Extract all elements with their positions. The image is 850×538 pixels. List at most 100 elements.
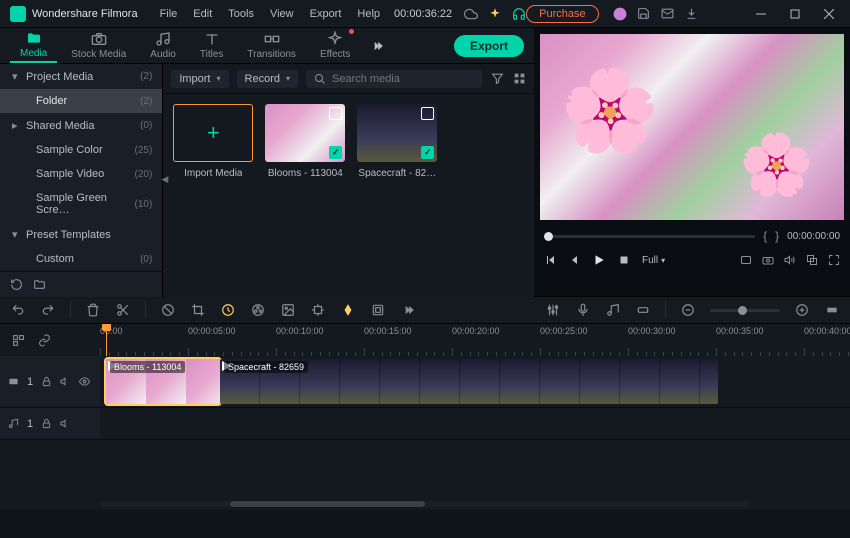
thumb-label: Spacecraft - 82… <box>358 168 436 179</box>
record-dropdown[interactable]: Record▾ <box>237 70 298 88</box>
purchase-button[interactable]: Purchase <box>526 5 598 23</box>
visibility-icon[interactable] <box>79 376 90 387</box>
sidebar-item-sample-color[interactable]: Sample Color(25) <box>0 138 162 162</box>
zoom-out-icon[interactable] <box>680 302 696 318</box>
play-icon[interactable] <box>592 253 606 267</box>
tabs-more-icon[interactable] <box>370 39 384 53</box>
window-close-button[interactable] <box>812 0 846 28</box>
sidebar-item-shared-media[interactable]: ▸Shared Media(0) <box>0 113 162 138</box>
refresh-icon[interactable] <box>10 278 23 291</box>
new-folder-icon[interactable] <box>33 278 46 291</box>
menu-edit[interactable]: Edit <box>185 8 220 20</box>
sidebar-item-custom[interactable]: Custom(0) <box>0 247 162 271</box>
motion-tracking-icon[interactable] <box>310 302 326 318</box>
audio-sync-icon[interactable] <box>605 302 621 318</box>
media-thumb-spacecraft[interactable]: ✓ Spacecraft - 82… <box>357 104 437 179</box>
delete-icon[interactable] <box>85 302 101 318</box>
sidebar-item-project-media[interactable]: ▾Project Media(2) <box>0 64 162 89</box>
grid-view-icon[interactable] <box>512 72 526 86</box>
mark-in-icon[interactable]: { <box>763 229 767 243</box>
redo-icon[interactable] <box>40 302 56 318</box>
speed-icon[interactable] <box>220 302 236 318</box>
detach-icon[interactable] <box>806 254 818 266</box>
menu-tools[interactable]: Tools <box>220 8 262 20</box>
step-back-icon[interactable] <box>568 254 580 266</box>
color-icon[interactable] <box>250 302 266 318</box>
preview-viewport[interactable] <box>540 34 844 220</box>
mute-icon[interactable] <box>60 418 71 429</box>
link-icon[interactable] <box>36 332 52 348</box>
tab-audio[interactable]: Audio <box>140 29 186 62</box>
keyframe-icon[interactable] <box>340 302 356 318</box>
download-icon[interactable] <box>685 7 699 21</box>
split-icon[interactable] <box>115 302 131 318</box>
tab-media[interactable]: Media <box>10 28 57 63</box>
menu-export[interactable]: Export <box>302 8 350 20</box>
timeline-ruler[interactable]: 00:0000:00:05:0000:00:10:0000:00:15:0000… <box>100 324 850 356</box>
avatar-icon[interactable] <box>613 7 627 21</box>
thumb-label: Import Media <box>184 168 242 179</box>
sidebar-item-preset-templates[interactable]: ▾Preset Templates <box>0 222 162 247</box>
timeline-clip[interactable]: Spacecraft - 82659 <box>220 359 718 404</box>
more-tools-icon[interactable] <box>400 302 416 318</box>
tab-transitions[interactable]: Transitions <box>237 29 306 62</box>
sidebar-item-folder[interactable]: Folder(2) <box>0 89 162 113</box>
collapse-sidebar-icon[interactable]: ◀ <box>161 174 168 185</box>
search-input[interactable] <box>332 73 474 85</box>
zoom-fit-icon[interactable] <box>824 302 840 318</box>
import-dropdown[interactable]: Import▾ <box>171 70 228 88</box>
audio-mixer-icon[interactable] <box>545 302 561 318</box>
zoom-slider[interactable] <box>710 309 780 312</box>
ruler-label: 00:00:35:00 <box>716 326 764 336</box>
volume-icon[interactable] <box>784 254 796 266</box>
headphones-icon[interactable] <box>512 7 526 21</box>
thumb-label: Blooms - 113004 <box>268 168 343 179</box>
import-media-tile[interactable]: + Import Media <box>173 104 253 179</box>
timeline-layers-icon[interactable] <box>10 332 26 348</box>
message-icon[interactable] <box>661 7 675 21</box>
snapshot-icon[interactable] <box>762 254 774 266</box>
filter-icon[interactable] <box>490 72 504 86</box>
lock-icon[interactable] <box>41 418 52 429</box>
sparkle-icon[interactable] <box>488 7 502 21</box>
save-icon[interactable] <box>637 7 651 21</box>
preview-scrubber[interactable] <box>544 235 755 238</box>
undo-icon[interactable] <box>10 302 26 318</box>
mute-icon[interactable] <box>60 376 71 387</box>
preview-quality-dropdown[interactable]: Full▾ <box>642 255 665 266</box>
sidebar-item-sample-video[interactable]: Sample Video(20) <box>0 162 162 186</box>
timeline-hscroll[interactable] <box>0 498 850 510</box>
menu-help[interactable]: Help <box>349 8 388 20</box>
mask-icon[interactable] <box>370 302 386 318</box>
stop-icon[interactable] <box>618 254 630 266</box>
mark-out-icon[interactable]: } <box>775 229 779 243</box>
fullscreen-icon[interactable] <box>828 254 840 266</box>
window-minimize-button[interactable] <box>744 0 778 28</box>
voiceover-icon[interactable] <box>575 302 591 318</box>
lock-icon[interactable] <box>41 376 52 387</box>
tab-effects[interactable]: Effects <box>310 29 360 62</box>
prev-frame-icon[interactable] <box>544 254 556 266</box>
zoom-in-icon[interactable] <box>794 302 810 318</box>
menu-file[interactable]: File <box>152 8 186 20</box>
tab-titles[interactable]: Titles <box>190 29 234 62</box>
camera-icon <box>91 31 107 47</box>
export-button[interactable]: Export <box>454 35 524 57</box>
menu-view[interactable]: View <box>262 8 302 20</box>
render-preview-icon[interactable] <box>740 254 752 266</box>
media-thumb-blooms[interactable]: ✓ Blooms - 113004 <box>265 104 345 179</box>
playhead[interactable] <box>106 324 107 356</box>
ruler-label: 00:00:20:00 <box>452 326 500 336</box>
sidebar-item-label: Custom <box>36 253 74 265</box>
timeline-clip[interactable]: Blooms - 113004 <box>106 359 220 404</box>
check-icon: ✓ <box>421 146 434 159</box>
crop-icon[interactable] <box>190 302 206 318</box>
window-maximize-button[interactable] <box>778 0 812 28</box>
sidebar-item-sample-green[interactable]: Sample Green Scre…(10) <box>0 186 162 222</box>
plus-icon: + <box>207 120 220 146</box>
cloud-icon[interactable] <box>464 7 478 21</box>
disable-icon[interactable] <box>160 302 176 318</box>
tab-stock-media[interactable]: Stock Media <box>61 29 136 62</box>
green-screen-icon[interactable] <box>280 302 296 318</box>
marker-icon[interactable] <box>635 302 651 318</box>
